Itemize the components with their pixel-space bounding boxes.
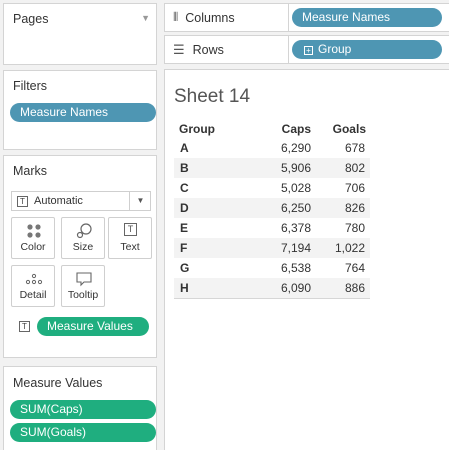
cell-goals: 802 xyxy=(311,158,370,178)
cell-goals: 706 xyxy=(344,181,365,195)
detail-icon xyxy=(25,273,43,285)
sheet-title: Sheet 14 xyxy=(174,86,251,107)
header-caps[interactable]: Caps xyxy=(234,120,311,138)
header-group[interactable]: Group xyxy=(174,120,234,138)
cell-group: B xyxy=(174,158,234,178)
columns-icon: ⦀ xyxy=(173,10,178,24)
mark-size-button[interactable]: Size xyxy=(61,217,105,259)
cell-group: C xyxy=(180,181,189,195)
tooltip-icon xyxy=(76,272,92,287)
text-icon: T xyxy=(19,321,30,332)
rows-shelf-divider xyxy=(288,36,289,63)
rows-pill-group[interactable]: + Group xyxy=(292,40,442,59)
cell-goals: 1,022 xyxy=(311,238,370,258)
marks-card: Marks T Automatic ▼ Color Size T Text De… xyxy=(3,155,157,358)
cell-goals: 886 xyxy=(311,278,370,299)
cell-goals: 764 xyxy=(344,261,365,275)
table-row: B 5,906 802 xyxy=(174,158,370,178)
mark-type-dropdown[interactable]: T Automatic ▼ xyxy=(11,191,151,211)
cell-caps: 6,290 xyxy=(280,141,311,155)
cell-caps: 6,538 xyxy=(280,261,311,275)
mark-detail-button[interactable]: Detail xyxy=(11,265,55,307)
table-row: C 5,028 706 xyxy=(174,178,370,198)
rows-label: Rows xyxy=(192,42,224,57)
mark-tooltip-button[interactable]: Tooltip xyxy=(61,265,105,307)
cell-caps: 6,090 xyxy=(234,278,311,299)
columns-pill-measure-names[interactable]: Measure Names xyxy=(292,8,442,27)
marks-title: Marks xyxy=(13,164,48,178)
measure-pill-sum-caps[interactable]: SUM(Caps) xyxy=(10,400,156,419)
cell-caps: 6,378 xyxy=(280,221,311,235)
table-row: H 6,090 886 xyxy=(174,278,370,299)
rows-icon: ☰ xyxy=(173,41,185,57)
cell-caps: 6,250 xyxy=(234,198,311,218)
measure-pill-sum-goals[interactable]: SUM(Goals) xyxy=(10,423,156,442)
cell-group: A xyxy=(180,141,189,155)
pages-title: Pages xyxy=(13,12,49,26)
columns-shelf[interactable]: ⦀ Columns Measure Names xyxy=(164,3,449,32)
table-row: D 6,250 826 xyxy=(174,198,370,218)
cell-goals: 826 xyxy=(311,198,370,218)
cell-group: F xyxy=(174,238,234,258)
table-row: G 6,538 764 xyxy=(174,258,370,278)
columns-shelf-divider xyxy=(288,4,289,31)
expand-plus-icon[interactable]: + xyxy=(304,46,313,55)
mark-size-label: Size xyxy=(72,241,94,253)
pages-card: Pages ▼ xyxy=(3,3,157,65)
cell-goals: 678 xyxy=(344,141,365,155)
cell-goals: 780 xyxy=(344,221,365,235)
measure-values-card: Measure Values SUM(Caps) SUM(Goals) xyxy=(3,366,157,450)
pages-dropdown-icon[interactable]: ▼ xyxy=(141,13,150,23)
mark-text-button[interactable]: T Text xyxy=(108,217,152,259)
header-goals[interactable]: Goals xyxy=(311,120,370,138)
table-row: F 7,194 1,022 xyxy=(174,238,370,258)
rows-pill-label: Group xyxy=(318,42,352,56)
columns-shelf-label-wrap: ⦀ Columns xyxy=(165,4,235,31)
mark-color-button[interactable]: Color xyxy=(11,217,55,259)
size-icon xyxy=(76,223,92,239)
mark-type-label: Automatic xyxy=(34,195,83,207)
table-row: E 6,378 780 xyxy=(174,218,370,238)
filters-card: Filters Measure Names xyxy=(3,70,157,150)
cell-group: D xyxy=(174,198,234,218)
chevron-down-icon: ▼ xyxy=(129,192,151,210)
cell-caps: 5,906 xyxy=(234,158,311,178)
filters-title: Filters xyxy=(13,79,48,93)
mark-color-label: Color xyxy=(20,241,46,253)
cell-caps: 5,028 xyxy=(280,181,311,195)
mark-text-label: Text xyxy=(120,241,140,253)
mark-type-icon: T xyxy=(17,196,28,207)
filter-pill-measure-names[interactable]: Measure Names xyxy=(10,103,156,122)
cell-group: H xyxy=(174,278,234,299)
columns-label: Columns xyxy=(185,10,235,25)
cell-caps: 7,194 xyxy=(234,238,311,258)
rows-shelf-label-wrap: ☰ Rows xyxy=(165,36,224,63)
text-icon: T xyxy=(124,223,137,236)
data-table: Group Caps Goals A 6,290 678 B 5,906 802 C 5,… xyxy=(174,120,370,299)
cell-group: E xyxy=(180,221,189,235)
mark-detail-label: Detail xyxy=(19,289,47,301)
table-header-row: Group Caps Goals xyxy=(174,120,370,138)
rows-shelf[interactable]: ☰ Rows + Group xyxy=(164,35,449,64)
mark-tooltip-label: Tooltip xyxy=(67,289,99,301)
measure-values-title: Measure Values xyxy=(13,376,103,390)
color-dots-icon xyxy=(27,224,41,238)
cell-group: G xyxy=(180,261,190,275)
marks-field-pill-measure-values[interactable]: Measure Values xyxy=(37,317,149,336)
table-row: A 6,290 678 xyxy=(174,138,370,158)
